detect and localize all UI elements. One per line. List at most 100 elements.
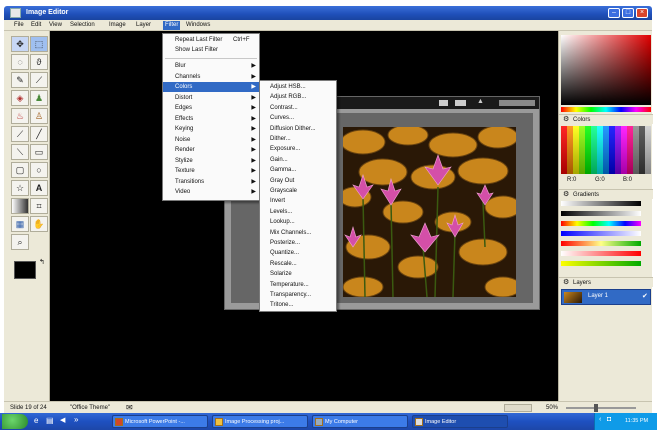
- quicklaunch-ie-icon[interactable]: e: [34, 416, 38, 425]
- hand-icon[interactable]: ✋: [30, 216, 48, 232]
- lasso-icon[interactable]: ϑ: [30, 54, 48, 70]
- grid-icon[interactable]: ▦: [11, 216, 29, 232]
- gradient-swatch[interactable]: [561, 201, 641, 206]
- tray-volume-icon[interactable]: ◘: [607, 416, 611, 423]
- select-ellipse-icon[interactable]: ◌: [11, 54, 29, 70]
- colors-item-levels[interactable]: Levels...: [260, 207, 336, 217]
- image-window-close-button[interactable]: [499, 100, 535, 106]
- colors-item-dither[interactable]: Dither...: [260, 134, 336, 144]
- colors-item-tritone[interactable]: Tritone...: [260, 300, 336, 310]
- select-rect-icon[interactable]: ⬚: [30, 36, 48, 52]
- colors-item-transparency[interactable]: Transparency...: [260, 290, 336, 300]
- zoom-icon[interactable]: ⌕: [11, 234, 29, 250]
- rect-shape-icon[interactable]: ⟍: [11, 144, 29, 160]
- brush-icon[interactable]: ⟋: [30, 72, 48, 88]
- colors-item-contrast[interactable]: Contrast...: [260, 103, 336, 113]
- menu-item-stylize[interactable]: Stylize ▶: [163, 156, 259, 166]
- polygon-icon[interactable]: ○: [30, 162, 48, 178]
- menu-filter[interactable]: Filter: [163, 21, 181, 30]
- colors-item-invert[interactable]: Invert: [260, 196, 336, 206]
- gradient-swatch[interactable]: [561, 231, 641, 236]
- colors-item-gray-out[interactable]: Gray Out: [260, 176, 336, 186]
- menu-view[interactable]: View: [49, 22, 62, 28]
- colors-item-adjust-hsb[interactable]: Adjust HSB...: [260, 82, 336, 92]
- menu-layer[interactable]: Layer: [136, 22, 151, 28]
- menu-item-texture[interactable]: Texture ▶: [163, 166, 259, 176]
- menu-edit[interactable]: Edit: [31, 22, 41, 28]
- menu-item-repeat-last-filter[interactable]: Repeat Last Filter Ctrl+F: [163, 35, 259, 45]
- task-image-processing[interactable]: Image Processing proj...: [212, 415, 308, 428]
- move-icon[interactable]: ✥: [11, 36, 29, 52]
- menu-file[interactable]: File: [14, 22, 24, 28]
- gradient-swatch[interactable]: [561, 211, 641, 216]
- eraser-icon[interactable]: ◈: [11, 90, 29, 106]
- menu-item-blur[interactable]: Blur ▶: [163, 61, 259, 71]
- dropper-icon[interactable]: ♙: [30, 108, 48, 124]
- menu-image[interactable]: Image: [109, 22, 126, 28]
- stamp-icon[interactable]: ♟: [30, 90, 48, 106]
- colors-item-gamma[interactable]: Gamma...: [260, 165, 336, 175]
- colors-item-exposure[interactable]: Exposure...: [260, 144, 336, 154]
- quicklaunch-more-icon[interactable]: »: [74, 415, 78, 424]
- menu-item-channels[interactable]: Channels ▶: [163, 72, 259, 82]
- gradient-swatch[interactable]: [561, 241, 641, 246]
- quicklaunch-media-icon[interactable]: ◀: [60, 416, 65, 424]
- zoom-slider-handle[interactable]: [594, 404, 598, 412]
- colors-item-solarize[interactable]: Solarize: [260, 269, 336, 279]
- colors-item-adjust-rgb[interactable]: Adjust RGB...: [260, 92, 336, 102]
- zoom-slider[interactable]: [566, 407, 636, 409]
- rounded-rect-icon[interactable]: ▭: [30, 144, 48, 160]
- gradient-icon[interactable]: [11, 198, 29, 214]
- gradients-panel-title[interactable]: ⚙ Gradients: [559, 189, 653, 199]
- layer-row[interactable]: Layer 1 ✔: [561, 289, 651, 305]
- quicklaunch-folder-icon[interactable]: ▤: [46, 416, 54, 425]
- task-my-computer[interactable]: My Computer: [312, 415, 408, 428]
- start-button[interactable]: [2, 414, 28, 429]
- layer-visible-check-icon[interactable]: ✔: [642, 292, 648, 300]
- image-window-minimize-button[interactable]: [439, 100, 448, 106]
- colors-item-diffusion-dither[interactable]: Diffusion Dither...: [260, 124, 336, 134]
- colors-item-temperature[interactable]: Temperature...: [260, 280, 336, 290]
- swap-colors-icon[interactable]: ↰: [39, 258, 45, 266]
- gradient-swatch[interactable]: [561, 251, 641, 256]
- menu-item-effects[interactable]: Effects ▶: [163, 114, 259, 124]
- tray-network-icon[interactable]: ‹: [599, 416, 601, 423]
- colors-item-curves[interactable]: Curves...: [260, 113, 336, 123]
- smudge-icon[interactable]: ⟋: [11, 126, 29, 142]
- color-swatch-grid[interactable]: [561, 126, 651, 174]
- image-window-up-icon[interactable]: ▲: [477, 98, 484, 105]
- menu-item-video[interactable]: Video ▶: [163, 187, 259, 197]
- pencil-icon[interactable]: ✎: [11, 72, 29, 88]
- text-icon[interactable]: A: [30, 180, 48, 196]
- minimize-button[interactable]: –: [608, 8, 620, 18]
- menu-selection[interactable]: Selection: [70, 22, 95, 28]
- menu-item-show-last-filter[interactable]: Show Last Filter: [163, 45, 259, 55]
- hue-slider[interactable]: [561, 107, 651, 112]
- layers-panel-title[interactable]: ⚙ Layers: [559, 277, 653, 287]
- foreground-color-swatch[interactable]: [14, 261, 36, 279]
- ellipse-shape-icon[interactable]: ▢: [11, 162, 29, 178]
- fill-icon[interactable]: ♨: [11, 108, 29, 124]
- gradient-swatch[interactable]: [561, 221, 641, 226]
- menu-windows[interactable]: Windows: [186, 22, 210, 28]
- menu-item-keying[interactable]: Keying ▶: [163, 124, 259, 134]
- menu-item-render[interactable]: Render ▶: [163, 145, 259, 155]
- menu-item-transitions[interactable]: Transitions ▶: [163, 177, 259, 187]
- colors-item-quantize[interactable]: Quantize...: [260, 248, 336, 258]
- colors-item-lookup[interactable]: Lookup...: [260, 217, 336, 227]
- colors-panel-title[interactable]: ⚙ Colors: [559, 114, 653, 124]
- gradient-swatch[interactable]: [561, 261, 641, 266]
- line-icon[interactable]: ╱: [30, 126, 48, 142]
- colors-item-mix-channels[interactable]: Mix Channels...: [260, 228, 336, 238]
- menu-item-colors[interactable]: Colors ▶: [163, 82, 259, 92]
- menu-item-distort[interactable]: Distort ▶: [163, 93, 259, 103]
- colors-item-posterize[interactable]: Posterize...: [260, 238, 336, 248]
- colors-item-rescale[interactable]: Rescale...: [260, 259, 336, 269]
- star-icon[interactable]: ☆: [11, 180, 29, 196]
- image-window-maximize-button[interactable]: [455, 100, 466, 106]
- close-button[interactable]: ×: [636, 8, 648, 18]
- color-picker-field[interactable]: [561, 35, 651, 105]
- crop-icon[interactable]: ⌗: [30, 198, 48, 214]
- colors-item-grayscale[interactable]: Grayscale: [260, 186, 336, 196]
- menu-item-edges[interactable]: Edges ▶: [163, 103, 259, 113]
